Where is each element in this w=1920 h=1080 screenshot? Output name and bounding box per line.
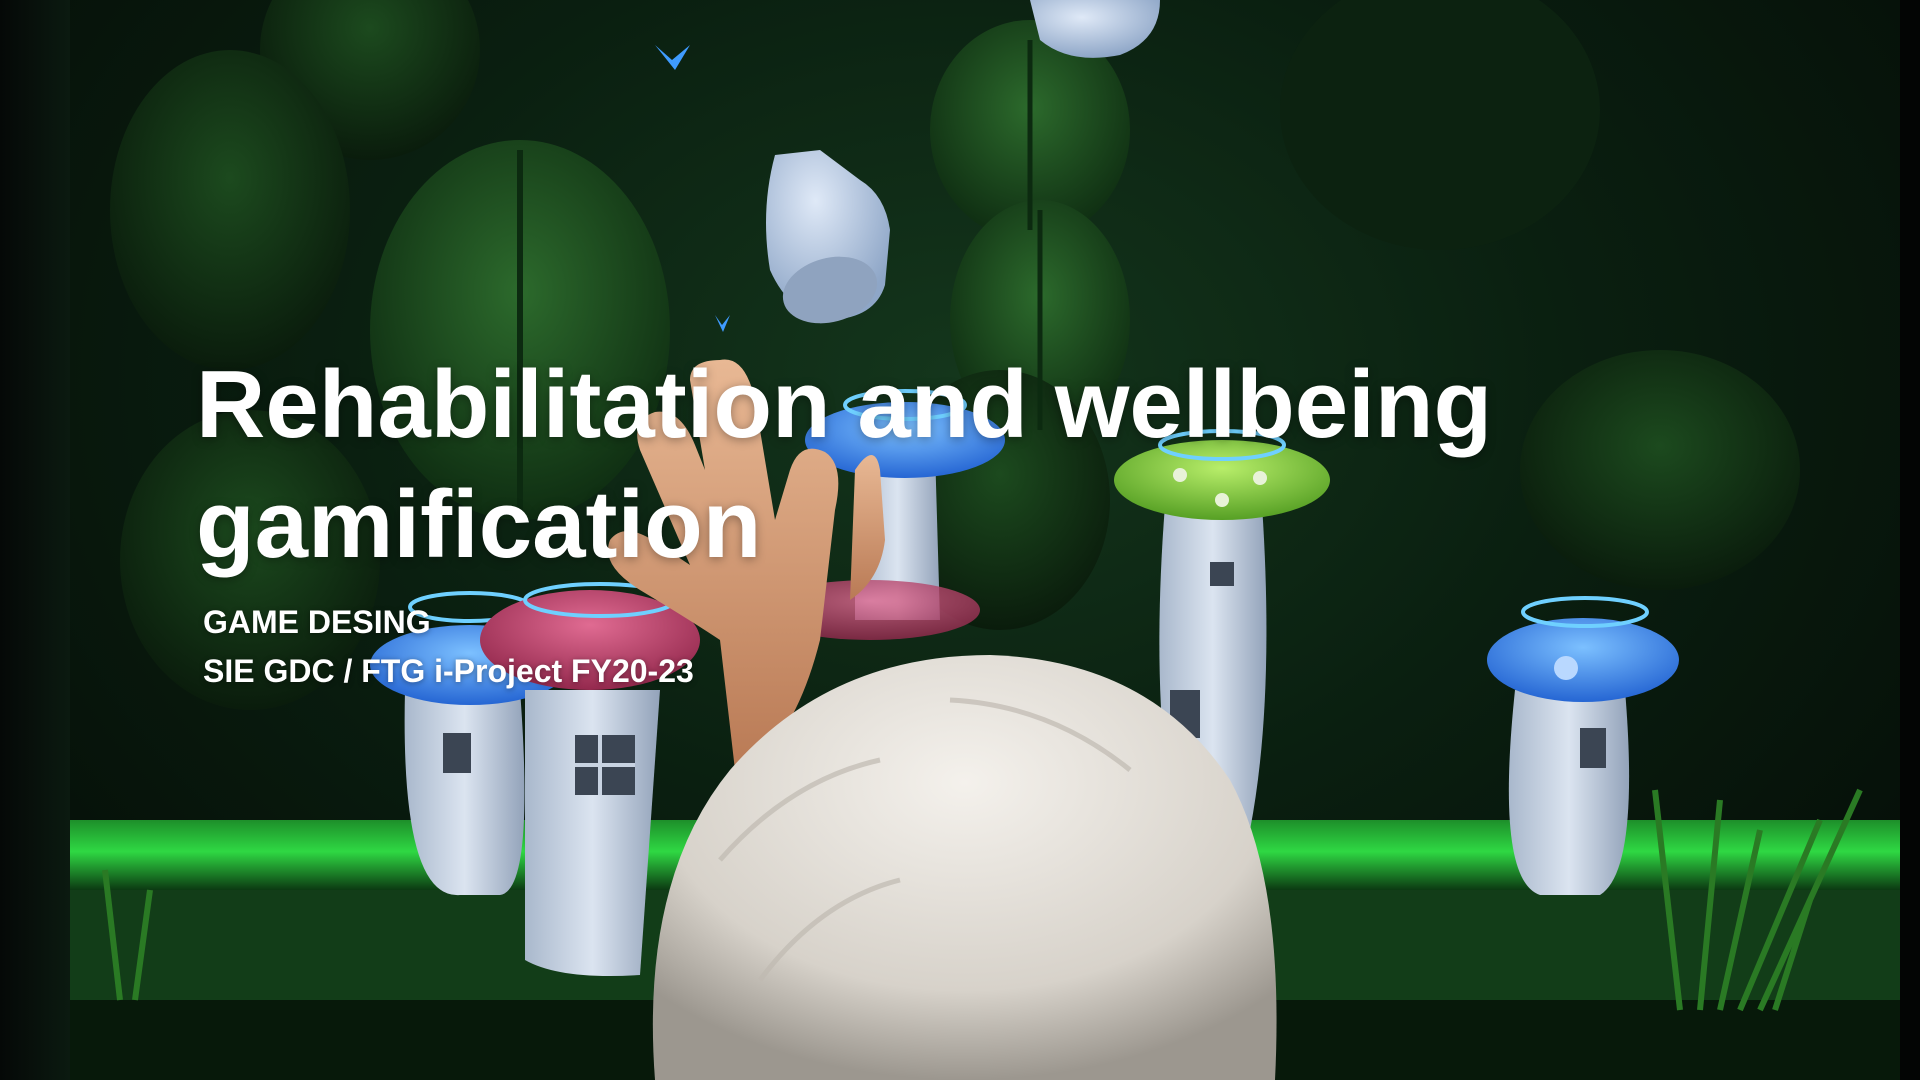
slide: Rehabilitation and wellbeing gamificatio… (0, 0, 1920, 1080)
slide-title-line-2: gamification (196, 471, 762, 578)
project-label: SIE GDC / FTG i-Project FY20-23 (203, 653, 694, 689)
slide-title: Rehabilitation and wellbeing gamificatio… (196, 345, 1696, 585)
slide-subtitle: GAME DESING SIE GDC / FTG i-Project FY20… (203, 598, 694, 696)
slide-title-line-1: Rehabilitation and wellbeing (196, 351, 1493, 458)
category-label: GAME DESING (203, 604, 431, 640)
